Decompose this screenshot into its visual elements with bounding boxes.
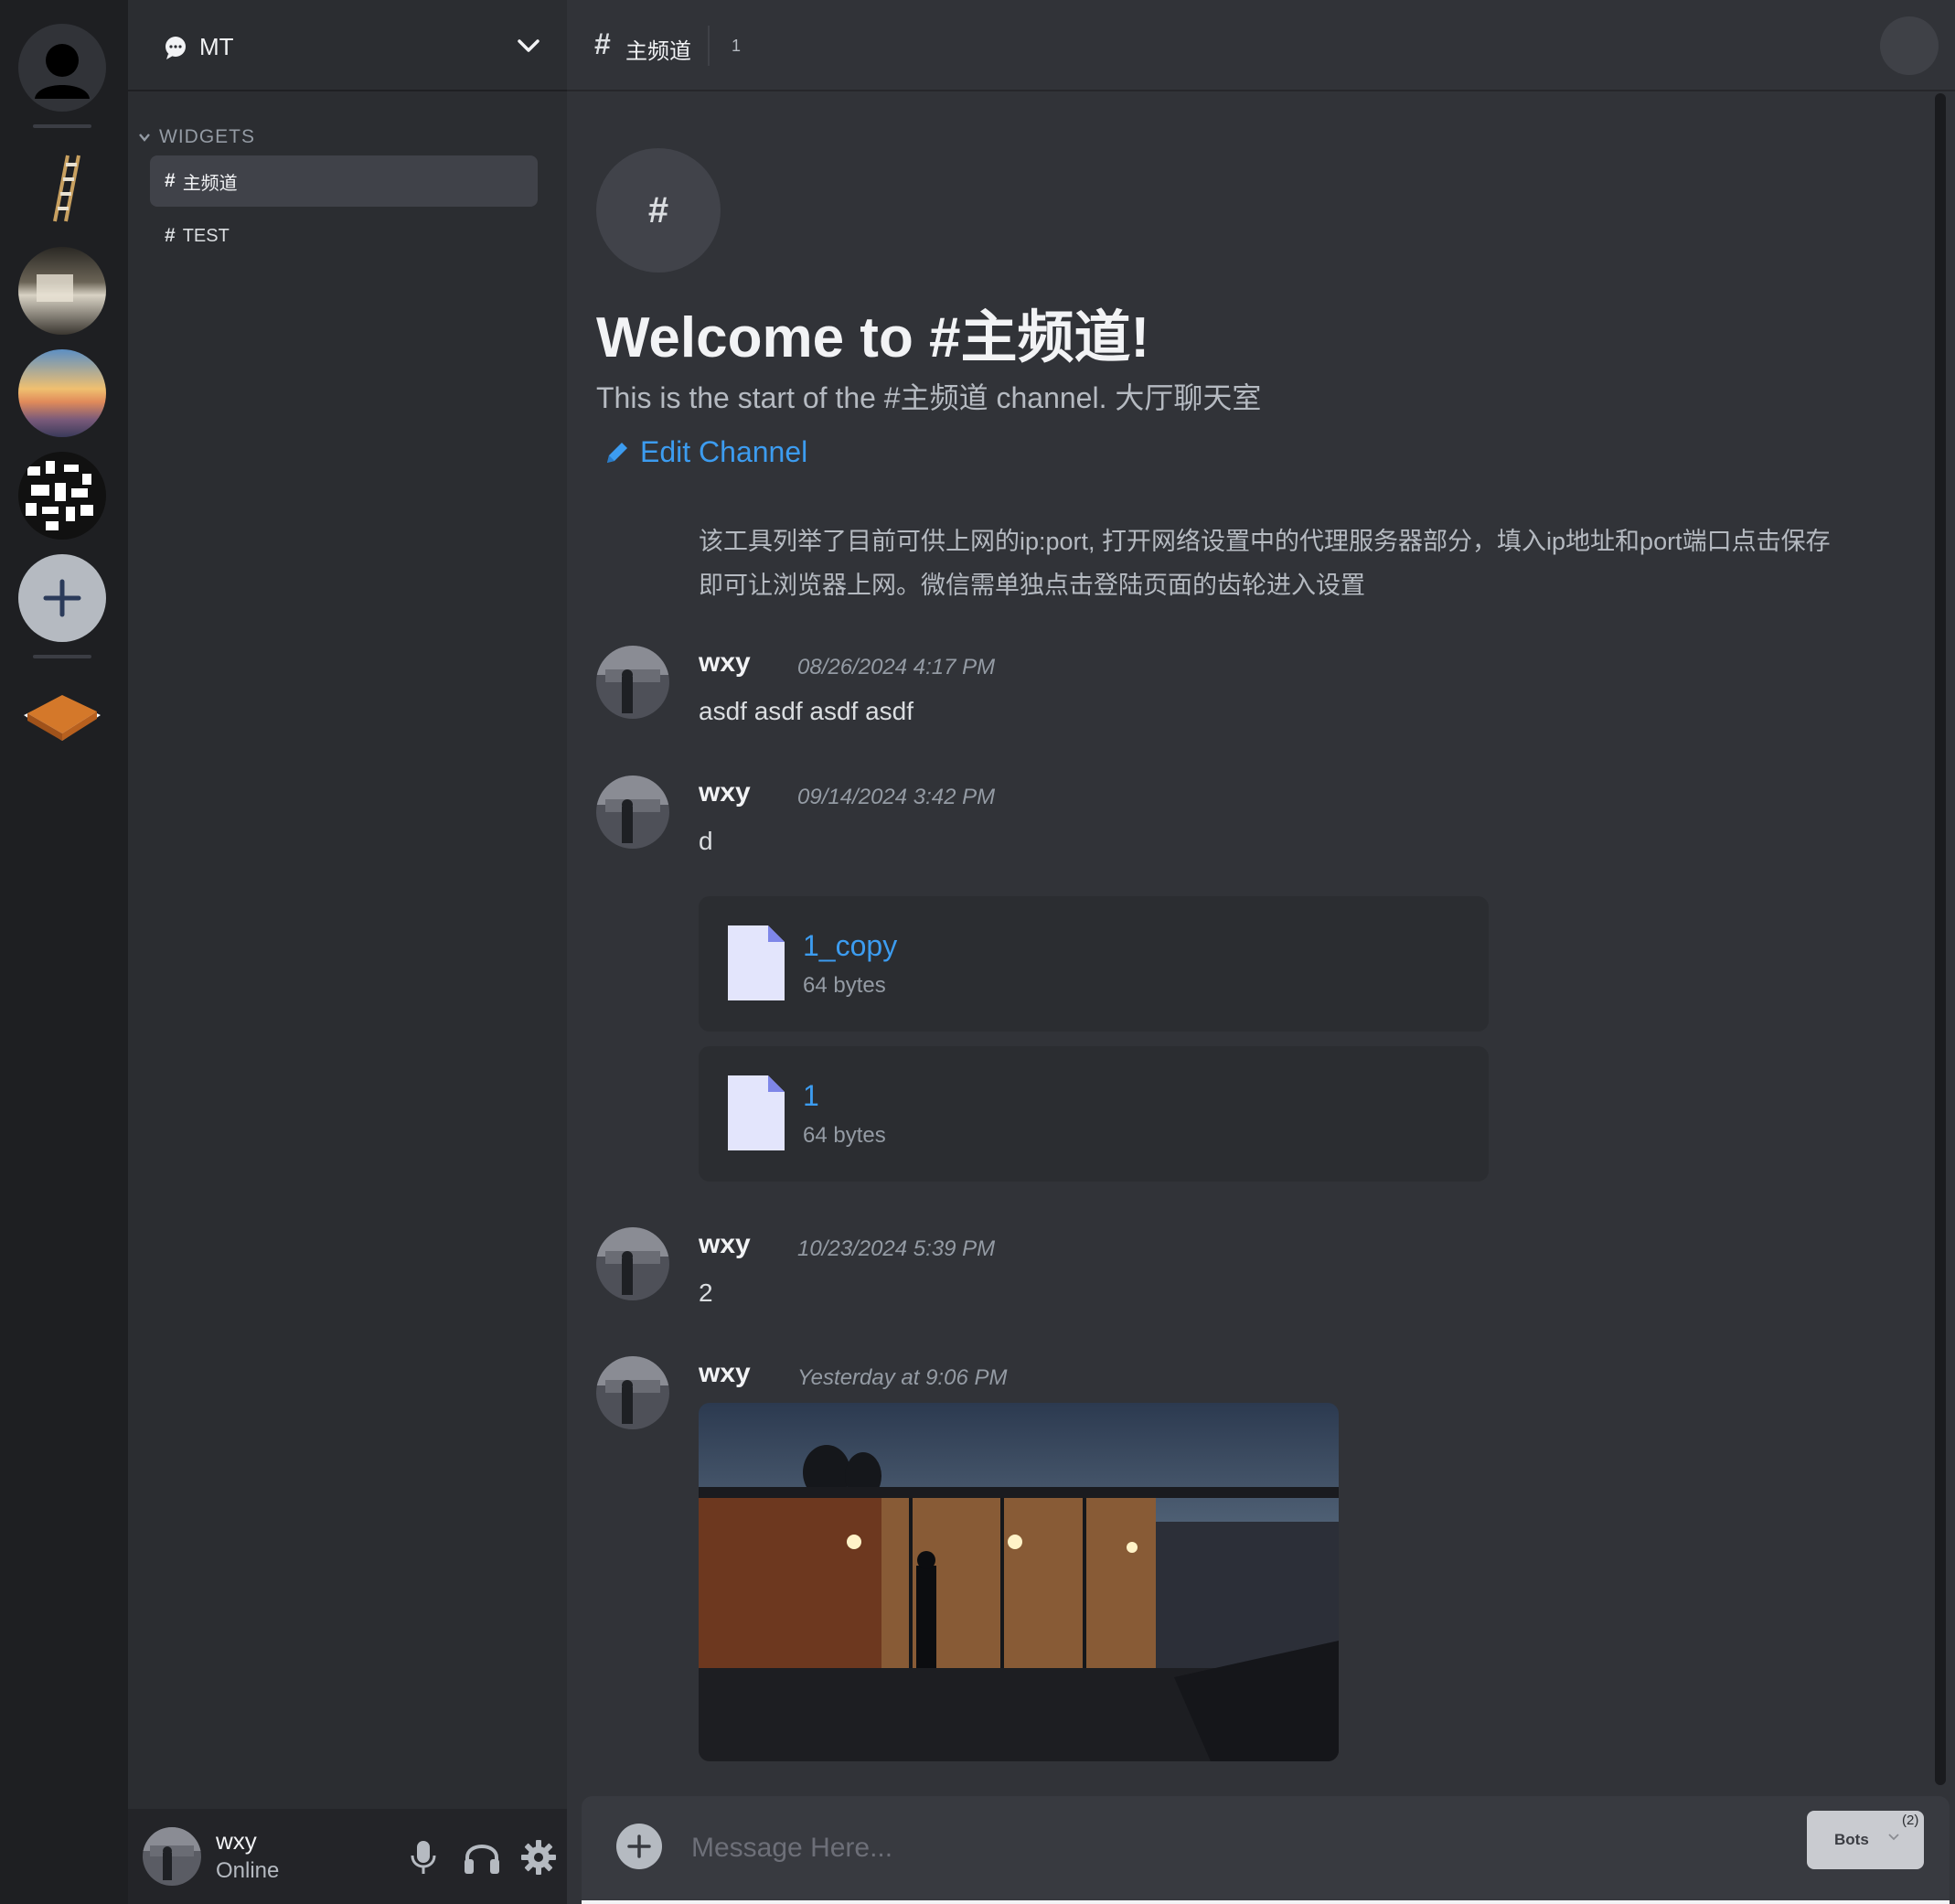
channel-label: 主频道 <box>182 173 238 194</box>
channel-hash-badge: # <box>596 148 721 273</box>
avatar-image <box>596 776 669 849</box>
ladder-icon <box>53 155 80 222</box>
image-attachment[interactable] <box>699 1403 1339 1761</box>
category-widgets[interactable]: WIDGETS <box>137 124 255 150</box>
mute-button[interactable] <box>402 1836 444 1878</box>
chevron-down-icon <box>139 134 150 142</box>
rail-separator <box>33 124 91 128</box>
avatar[interactable] <box>596 776 669 849</box>
home-avatar-button[interactable] <box>18 24 106 112</box>
chevron-down-icon[interactable] <box>516 37 541 55</box>
server-icon-bread[interactable] <box>18 669 106 757</box>
file-name-link[interactable]: 1 <box>803 1079 819 1113</box>
hash-icon: # <box>594 27 611 60</box>
settings-button[interactable] <box>518 1836 560 1878</box>
server-name: MT <box>199 33 234 60</box>
message-timestamp: Yesterday at 9:06 PM <box>797 1365 1008 1390</box>
header-avatar-button[interactable] <box>1880 16 1939 75</box>
message-composer: Message Here... Bots (2) <box>582 1796 1950 1904</box>
message-text: asdf asdf asdf asdf <box>699 697 914 725</box>
user-silhouette-icon <box>35 44 90 99</box>
deafen-button[interactable] <box>461 1836 503 1878</box>
message: wxy 08/26/2024 4:17 PM asdf asdf asdf as… <box>596 646 1876 737</box>
microphone-icon <box>411 1841 436 1874</box>
server-icon-ladder[interactable] <box>18 144 106 232</box>
file-icon <box>728 925 785 1000</box>
app-window: MT WIDGETS # 主频道 # TEST wxy Online # 主频道… <box>0 0 1955 1904</box>
house-at-dusk-image <box>699 1403 1339 1761</box>
bots-button[interactable]: Bots (2) <box>1807 1811 1924 1869</box>
hash-icon: # <box>165 225 176 246</box>
sidebar-item-main-channel[interactable]: # 主频道 <box>150 155 538 207</box>
message-author[interactable]: wxy <box>699 647 751 679</box>
file-attachment: 1_copy 64 bytes <box>699 896 1489 1032</box>
add-server-button[interactable] <box>18 554 106 642</box>
message-author[interactable]: wxy <box>699 1229 751 1260</box>
scrollbar[interactable] <box>1935 93 1946 1785</box>
message-timestamp: 09/14/2024 3:42 PM <box>797 785 996 809</box>
server-header[interactable]: MT <box>128 0 567 91</box>
file-size: 64 bytes <box>803 973 886 998</box>
user-panel: wxy Online <box>128 1809 567 1904</box>
system-message: 该工具列举了目前可供上网的ip:port, 打开网络设置中的代理服务器部分，填入… <box>699 528 1831 599</box>
welcome-title: Welcome to #主频道! <box>596 306 1150 369</box>
composer-underline <box>582 1900 1950 1904</box>
gear-icon <box>521 1840 556 1875</box>
file-size: 64 bytes <box>803 1123 886 1148</box>
file-icon <box>728 1075 785 1150</box>
chevron-down-icon <box>1888 1834 1899 1841</box>
room-window <box>37 274 73 302</box>
sidebar-item-test-channel[interactable]: # TEST <box>150 210 538 262</box>
pencil-icon <box>607 442 627 463</box>
avatar[interactable] <box>596 646 669 719</box>
plus-icon <box>43 579 81 617</box>
message-author[interactable]: wxy <box>699 777 751 808</box>
message-text: d <box>699 827 713 855</box>
user-status: Online <box>216 1858 280 1883</box>
channel-header: # 主频道 1 <box>567 0 1955 91</box>
server-rail <box>0 0 128 1904</box>
noise-pattern-icon <box>26 461 93 530</box>
category-label: WIDGETS <box>159 126 255 147</box>
avatar-image <box>596 1227 669 1300</box>
channel-title: 主频道 <box>625 39 691 64</box>
header-divider <box>708 26 710 66</box>
avatar[interactable] <box>143 1827 201 1886</box>
file-name-link[interactable]: 1_copy <box>803 929 897 963</box>
message-timestamp: 10/23/2024 5:39 PM <box>797 1236 996 1261</box>
avatar[interactable] <box>596 1356 669 1429</box>
username: wxy <box>216 1827 257 1855</box>
message-text: 2 <box>699 1278 713 1307</box>
chat-bubble-icon <box>166 37 186 59</box>
attach-button[interactable] <box>616 1824 662 1869</box>
server-icon-sunset[interactable] <box>18 349 106 437</box>
avatar[interactable] <box>596 1227 669 1300</box>
file-attachment: 1 64 bytes <box>699 1046 1489 1182</box>
bread-icon <box>24 695 101 741</box>
message-timestamp: 08/26/2024 4:17 PM <box>797 655 996 679</box>
message: wxy 09/14/2024 3:42 PM d <box>596 776 1876 867</box>
bots-label: Bots <box>1834 1831 1869 1848</box>
headphones-icon <box>465 1845 499 1874</box>
server-icon-pattern[interactable] <box>18 452 106 540</box>
message-author[interactable]: wxy <box>699 1358 751 1389</box>
chat-area: # 主频道 1 # Welcome to #主频道! This is the s… <box>567 0 1955 1904</box>
hash-icon: # <box>165 170 176 191</box>
message-input[interactable]: Message Here... <box>691 1833 892 1864</box>
welcome-description: This is the start of the #主频道 channel. 大… <box>596 381 1262 414</box>
rail-separator <box>33 655 91 658</box>
message: wxy 10/23/2024 5:39 PM 2 <box>596 1227 1876 1319</box>
plus-icon <box>627 1834 651 1858</box>
channel-label: TEST <box>182 225 230 246</box>
member-count: 1 <box>732 37 742 55</box>
avatar-image <box>596 646 669 719</box>
avatar-image <box>143 1827 201 1886</box>
server-icon-room[interactable] <box>18 247 106 335</box>
edit-channel-label: Edit Channel <box>640 435 808 468</box>
channel-sidebar: MT WIDGETS # 主频道 # TEST wxy Online <box>128 0 567 1904</box>
edit-channel-link[interactable]: Edit Channel <box>604 435 807 469</box>
avatar-image <box>596 1356 669 1429</box>
bots-count: (2) <box>1902 1813 1919 1828</box>
